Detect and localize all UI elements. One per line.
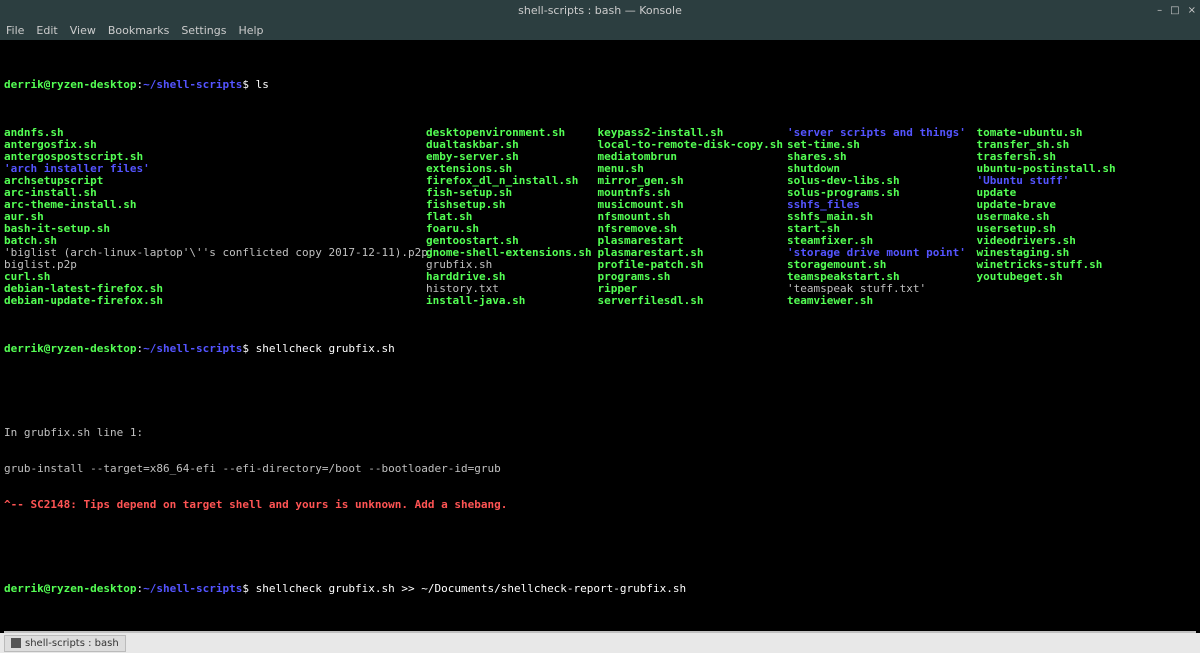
menu-edit[interactable]: Edit <box>36 24 57 37</box>
ls-output: andnfs.shantergosfix.shantergospostscrip… <box>4 127 1196 307</box>
terminal-viewport[interactable]: derrik@ryzen-desktop:~/shell-scripts$ ls… <box>0 40 1200 653</box>
command-text: ls <box>256 78 269 91</box>
prompt-path: ~/shell-scripts <box>143 582 242 595</box>
menu-settings[interactable]: Settings <box>181 24 226 37</box>
prompt-path: ~/shell-scripts <box>143 342 242 355</box>
ls-entry: arc-theme-install.sh <box>4 199 426 211</box>
menu-view[interactable]: View <box>70 24 96 37</box>
ls-entry: teamviewer.sh <box>787 295 977 307</box>
menu-bar: File Edit View Bookmarks Settings Help <box>0 20 1200 40</box>
ls-entry: debian-update-firefox.sh <box>4 295 426 307</box>
output-line: In grubfix.sh line 1: <box>4 427 1196 439</box>
prompt-line: derrik@ryzen-desktop:~/shell-scripts$ sh… <box>4 583 1196 595</box>
output-line <box>4 391 1196 403</box>
menu-file[interactable]: File <box>6 24 24 37</box>
taskbar-entry[interactable]: shell-scripts : bash <box>4 635 126 652</box>
prompt-line: derrik@ryzen-desktop:~/shell-scripts$ ls <box>4 79 1196 91</box>
output-warning-line: ^-- SC2148: Tips depend on target shell … <box>4 499 1196 511</box>
menu-help[interactable]: Help <box>238 24 263 37</box>
prompt-dollar: $ <box>242 342 255 355</box>
ls-entry: youtubeget.sh <box>977 271 1196 283</box>
prompt-user: derrik@ryzen-desktop <box>4 78 136 91</box>
ls-entry: serverfilesdl.sh <box>598 295 788 307</box>
ls-entry: install-java.sh <box>426 295 598 307</box>
terminal-icon <box>11 638 21 648</box>
minimize-icon[interactable]: – <box>1157 5 1162 16</box>
output-line <box>4 535 1196 547</box>
close-icon[interactable]: × <box>1188 5 1196 16</box>
menu-bookmarks[interactable]: Bookmarks <box>108 24 169 37</box>
window-title: shell-scripts : bash — Konsole <box>518 4 682 17</box>
prompt-user: derrik@ryzen-desktop <box>4 582 136 595</box>
command-text: shellcheck grubfix.sh >> ~/Documents/she… <box>256 582 686 595</box>
maximize-icon[interactable]: □ <box>1170 5 1179 16</box>
prompt-dollar: $ <box>242 78 255 91</box>
prompt-path: ~/shell-scripts <box>143 78 242 91</box>
prompt-dollar: $ <box>242 582 255 595</box>
ls-entry: biglist.p2p <box>4 259 426 271</box>
prompt-user: derrik@ryzen-desktop <box>4 342 136 355</box>
window-titlebar[interactable]: shell-scripts : bash — Konsole – □ × <box>0 0 1200 20</box>
command-text: shellcheck grubfix.sh <box>256 342 395 355</box>
output-line: grub-install --target=x86_64-efi --efi-d… <box>4 463 1196 475</box>
taskbar[interactable]: shell-scripts : bash <box>0 633 1200 653</box>
taskbar-entry-label: shell-scripts : bash <box>25 638 119 649</box>
ls-entry: bash-it-setup.sh <box>4 223 426 235</box>
prompt-line: derrik@ryzen-desktop:~/shell-scripts$ sh… <box>4 343 1196 355</box>
